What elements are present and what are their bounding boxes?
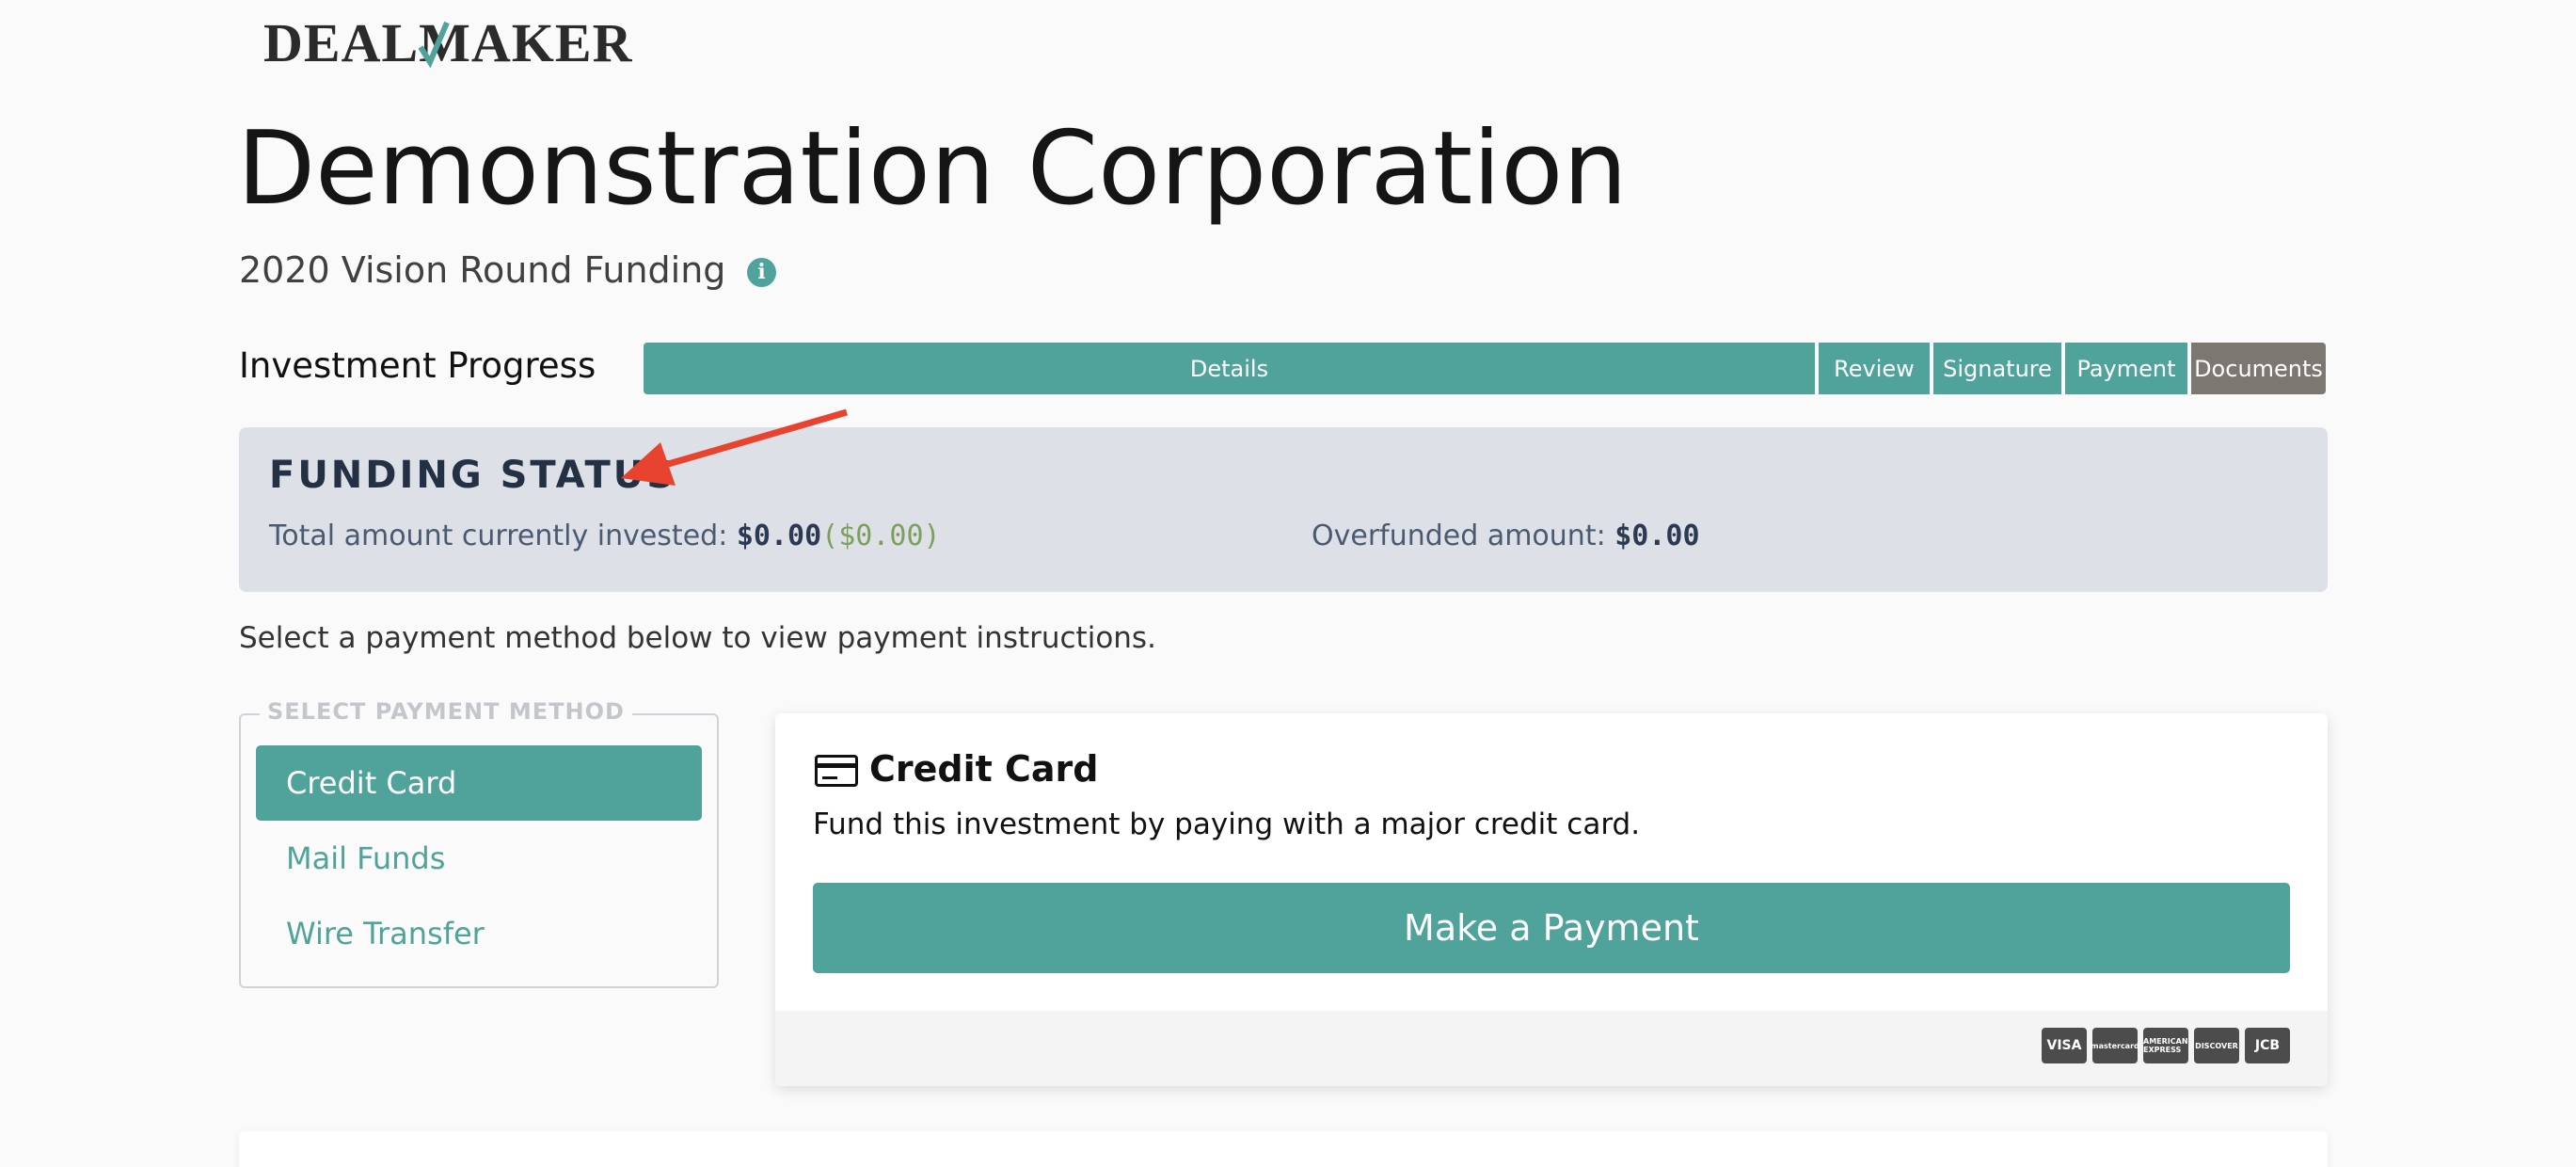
progress-label: Investment Progress	[239, 345, 596, 386]
payment-method-selector: SELECT PAYMENT METHOD Credit Card Mail F…	[239, 698, 719, 988]
total-invested-value: $0.00	[736, 520, 822, 552]
logo-text-right: AKER	[470, 12, 633, 73]
funding-status-title: FUNDING STATUS	[269, 454, 677, 497]
payment-method-credit-card[interactable]: Credit Card	[256, 745, 702, 821]
progress-step-review[interactable]: Review	[1819, 343, 1933, 394]
credit-card-description: Fund this investment by paying with a ma…	[813, 807, 1641, 841]
credit-card-panel: Credit Card Fund this investment by payi…	[775, 713, 2328, 1086]
payment-method-mail-funds[interactable]: Mail Funds	[256, 821, 702, 896]
progress-step-details[interactable]: Details	[644, 343, 1819, 394]
info-icon[interactable]: i	[747, 258, 776, 287]
logo-text-left: DEAL	[263, 12, 420, 73]
visa-logo: VISA	[2042, 1028, 2087, 1063]
jcb-logo: JCB	[2245, 1028, 2290, 1063]
checkmark-icon	[418, 21, 450, 69]
card-footer: VISA mastercard AMERICAN EXPRESS DISCOVE…	[775, 1011, 2328, 1086]
discover-logo: DISCOVER	[2194, 1028, 2239, 1063]
payment-instructions-text: Select a payment method below to view pa…	[239, 621, 1156, 655]
payment-method-legend: SELECT PAYMENT METHOD	[260, 698, 632, 725]
accepted-cards: VISA mastercard AMERICAN EXPRESS DISCOVE…	[2042, 1028, 2290, 1063]
funding-status-panel: FUNDING STATUS Total amount currently in…	[239, 427, 2328, 592]
round-subtitle: 2020 Vision Round Funding	[239, 249, 726, 291]
credit-card-title: Credit Card	[869, 748, 1099, 790]
dealmaker-logo: DEALM AKER	[263, 13, 632, 73]
overfunded-label: Overfunded amount:	[1312, 520, 1606, 552]
page-title: Demonstration Corporation	[237, 110, 1628, 228]
amex-logo: AMERICAN EXPRESS	[2143, 1028, 2188, 1063]
mastercard-logo: mastercard	[2091, 1028, 2139, 1063]
investment-progress-bar: Details Review Signature Payment Documen…	[644, 343, 2326, 394]
total-invested: Total amount currently invested: $0.00($…	[269, 520, 941, 552]
page: DEALM AKER Demonstration Corporation 2020…	[0, 0, 2576, 1167]
payment-method-wire-transfer[interactable]: Wire Transfer	[256, 896, 702, 971]
overfunded-value: $0.00	[1614, 520, 1700, 552]
total-invested-label: Total amount currently invested:	[269, 520, 728, 552]
progress-step-signature[interactable]: Signature	[1933, 343, 2065, 394]
next-section-card	[239, 1131, 2328, 1167]
overfunded: Overfunded amount: $0.00	[1312, 520, 1700, 552]
make-payment-button[interactable]: Make a Payment	[813, 883, 2290, 973]
progress-step-payment[interactable]: Payment	[2065, 343, 2191, 394]
logo-m: M	[418, 13, 471, 73]
annotation-arrow	[621, 408, 848, 486]
progress-step-documents[interactable]: Documents	[2191, 343, 2326, 394]
total-pending-value: ($0.00)	[821, 520, 941, 552]
